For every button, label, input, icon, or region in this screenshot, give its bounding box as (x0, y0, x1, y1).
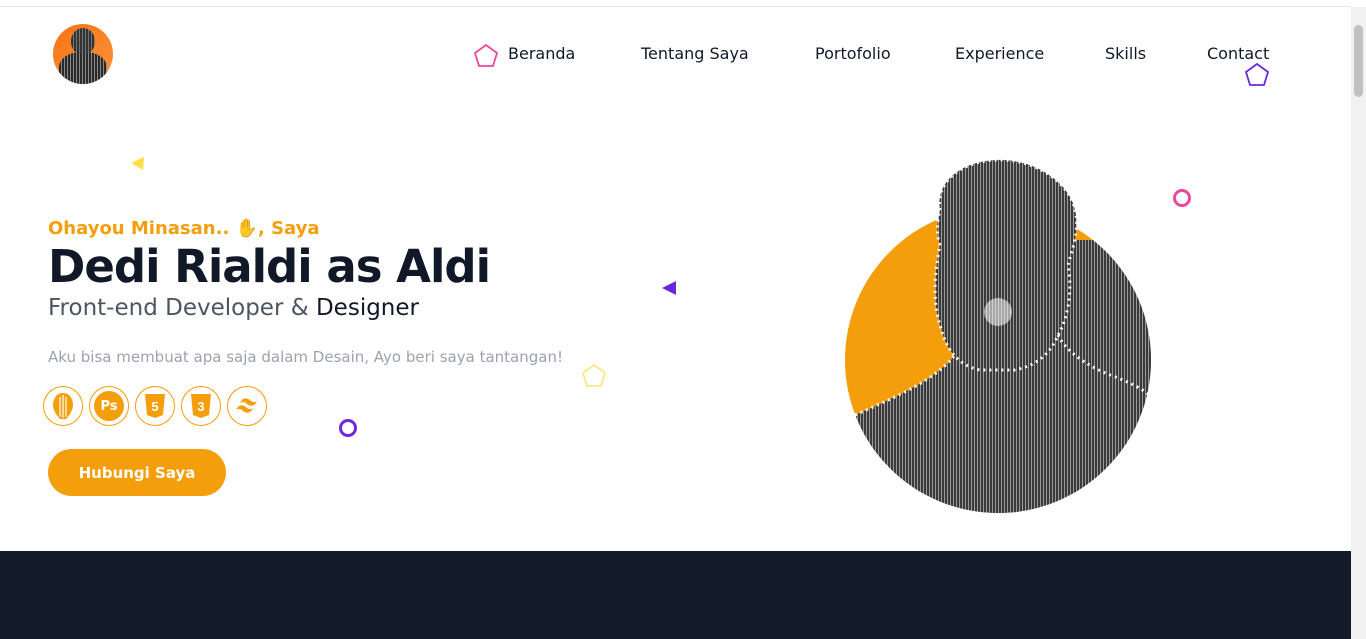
hero-role: Front-end Developer & Designer (48, 295, 419, 321)
svg-text:5: 5 (151, 399, 158, 414)
nav-skills[interactable]: Skills (1105, 44, 1146, 63)
page-scrollbar[interactable] (1351, 7, 1366, 639)
illustrator-icon (43, 386, 83, 426)
purple-pentagon-icon (1244, 62, 1270, 86)
photoshop-icon: Ps (89, 386, 129, 426)
html5-icon: 5 (135, 386, 175, 426)
profile-portrait (845, 158, 1157, 513)
top-divider (0, 6, 1351, 7)
nav-portofolio[interactable]: Portofolio (815, 44, 891, 63)
tailwind-icon (227, 386, 267, 426)
yellow-pentagon-icon (581, 363, 607, 387)
contact-me-button[interactable]: Hubungi Saya (48, 449, 226, 496)
pink-pentagon-icon (473, 43, 499, 67)
css3-icon: 3 (181, 386, 221, 426)
greeting-prefix: Ohayou Minasan.. (48, 218, 236, 239)
about-section (0, 551, 1351, 639)
hero-name: Dedi Rialdi as Aldi (48, 240, 491, 293)
nav-contact[interactable]: Contact (1207, 44, 1269, 63)
nav-beranda[interactable]: Beranda (508, 44, 575, 63)
role-highlight: Designer (315, 295, 419, 321)
role-prefix: Front-end Developer & (48, 295, 316, 321)
hero-description: Aku bisa membuat apa saja dalam Desain, … (48, 348, 563, 366)
pink-ring-icon (1173, 189, 1191, 207)
greeting-suffix: , Saya (257, 218, 320, 239)
greeting: Ohayou Minasan.. ✋, Saya (48, 218, 320, 239)
svg-text:3: 3 (197, 399, 204, 414)
scrollbar-thumb[interactable] (1354, 25, 1363, 97)
purple-triangle-icon (662, 281, 676, 295)
purple-ring-icon (339, 419, 357, 437)
skill-icons: Ps 5 3 (43, 386, 267, 426)
yellow-triangle-icon (131, 157, 144, 170)
nav-tentang-saya[interactable]: Tentang Saya (641, 44, 749, 63)
nav-experience[interactable]: Experience (955, 44, 1044, 63)
main-nav: Beranda Tentang Saya Portofolio Experien… (0, 44, 1351, 66)
waving-hand-icon: ✋ (235, 218, 258, 239)
